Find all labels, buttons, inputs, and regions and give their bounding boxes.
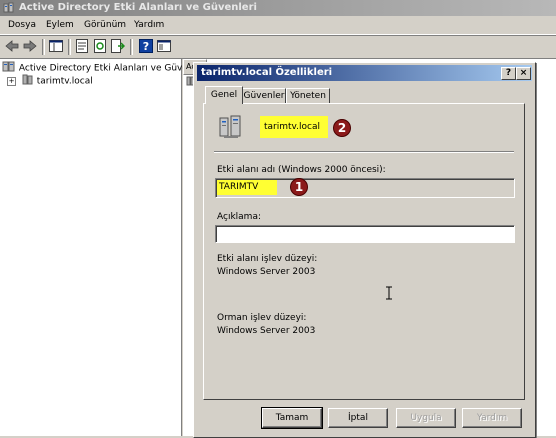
snapin-view-icon[interactable] [156, 38, 172, 54]
tree-item-label: tarimtv.local [36, 76, 93, 87]
svg-text:?: ? [143, 40, 149, 53]
console-tree[interactable]: Active Directory Etki Alanları ve Güvenl… [0, 59, 202, 436]
description-label: Açıklama: [217, 212, 261, 222]
forest-functional-level-label: Orman işlev düzeyi: [217, 313, 307, 323]
callout-marker-1: 1 [290, 178, 308, 196]
main-title-bar[interactable]: Active Directory Etki Alanları ve Güvenl… [0, 0, 556, 16]
domain-icon [218, 114, 244, 143]
domain-icon [22, 74, 34, 88]
apply-button[interactable]: Uygula [396, 408, 456, 428]
back-arrow-icon[interactable] [4, 38, 20, 54]
netbios-name-label: Etki alanı adı (Windows 2000 öncesi): [217, 165, 386, 175]
active-directory-domains-icon [2, 61, 16, 75]
dialog-title: tarimtv.local Özellikleri [201, 67, 333, 78]
forest-functional-level-value: Windows Server 2003 [217, 326, 316, 336]
help-button[interactable]: Yardım [462, 408, 522, 428]
description-input[interactable] [215, 225, 515, 243]
domain-functional-level-label: Etki alanı işlev düzeyi: [217, 254, 318, 264]
main-window-title: Active Directory Etki Alanları ve Güvenl… [19, 2, 257, 13]
forward-arrow-icon[interactable] [22, 38, 38, 54]
expand-plus-icon[interactable]: + [7, 76, 16, 86]
toolbar-separator [42, 39, 45, 55]
toolbar-separator [68, 39, 71, 55]
tab-genel[interactable]: Genel [205, 86, 243, 104]
refresh-icon[interactable] [92, 38, 108, 54]
dialog-title-bar[interactable]: tarimtv.local Özellikleri ? × [197, 65, 532, 81]
toolbar: ? [0, 35, 556, 59]
help-icon[interactable]: ? [138, 38, 154, 54]
tree-root-label: Active Directory Etki Alanları ve Güvenl… [18, 63, 202, 74]
domain-name: tarimtv.local [264, 122, 320, 132]
domain-functional-level-value: Windows Server 2003 [217, 267, 316, 277]
text-cursor-icon [385, 286, 393, 303]
menu-item-yardim[interactable]: Yardım [134, 20, 164, 30]
netbios-name-value: TARIMTV [219, 182, 259, 192]
dialog-help-button[interactable]: ? [501, 67, 516, 80]
menu-item-dosya[interactable]: Dosya [8, 20, 36, 30]
ok-button[interactable]: Tamam [261, 407, 323, 429]
tree-item-tarimtv-local[interactable]: + tarimtv.local [7, 74, 93, 88]
callout-marker-2: 2 [333, 119, 351, 137]
active-directory-app-icon [3, 2, 15, 14]
show-hide-tree-icon[interactable] [48, 38, 64, 54]
menu-bar: Dosya Eylem Görünüm Yardım [0, 17, 556, 35]
export-list-icon[interactable] [110, 38, 126, 54]
toolbar-separator [130, 39, 133, 55]
tab-guvenler[interactable]: Güvenler [242, 88, 286, 104]
tab-panel-genel [203, 103, 525, 400]
header-divider [214, 151, 514, 153]
menu-item-eylem[interactable]: Eylem [46, 20, 74, 30]
tree-root-item[interactable]: Active Directory Etki Alanları ve Güvenl… [2, 61, 202, 75]
tab-yoneten[interactable]: Yöneten [286, 88, 330, 104]
menu-item-gorunum[interactable]: Görünüm [84, 20, 126, 30]
dialog-close-button[interactable]: × [516, 67, 531, 80]
cancel-button[interactable]: İptal [328, 408, 388, 428]
properties-icon[interactable] [74, 38, 90, 54]
